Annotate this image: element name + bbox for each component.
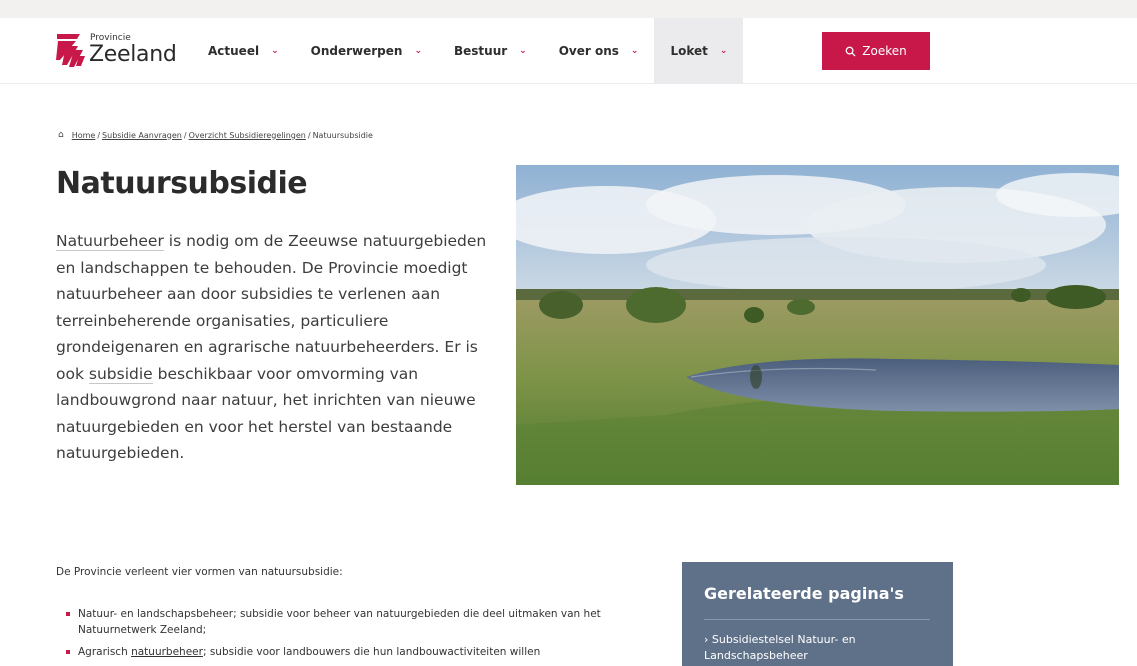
list-item: Agrarisch natuurbeheer; subsidie voor la… [66, 644, 626, 660]
chevron-down-icon: ⌄ [630, 46, 639, 56]
subsidy-list: Natuur- en landschapsbeheer; subsidie vo… [66, 606, 626, 666]
list-item: Natuur- en landschapsbeheer; subsidie vo… [66, 606, 626, 638]
zeeland-logo-icon [56, 34, 85, 67]
chevron-down-icon: ⌄ [271, 46, 279, 56]
chevron-down-icon: ⌄ [414, 46, 422, 56]
page-title: Natuursubsidie [56, 166, 308, 201]
home-icon: ⌂ [58, 130, 64, 140]
breadcrumb-overzicht[interactable]: Overzicht Subsidieregelingen [189, 131, 306, 140]
breadcrumb: ⌂ Home / Subsidie Aanvragen / Overzicht … [58, 130, 373, 140]
natuurbeheer-inline-link[interactable]: natuurbeheer [131, 646, 203, 658]
list-item-text-post: ; subsidie voor landbouwers die hun land… [202, 646, 541, 658]
related-link-subsidiestelsel[interactable]: › Subsidiestelsel Natuur- en Landschapsb… [704, 632, 931, 664]
search-button[interactable]: Zoeken [822, 32, 930, 70]
breadcrumb-home[interactable]: Home [72, 131, 96, 140]
nav-item-bestuur[interactable]: Bestuur ⌄ [438, 18, 543, 84]
nav-item-label: Actueel [208, 44, 260, 58]
intro-text-1: is nodig om de Zeeuwse natuurgebieden en… [56, 232, 487, 383]
intro-paragraph: Natuurbeheer is nodig om de Zeeuwse natu… [56, 228, 496, 467]
breadcrumb-separator: / [307, 130, 311, 140]
hero-image [516, 165, 1119, 485]
landscape-photo [516, 165, 1119, 485]
nav-item-label: Bestuur [453, 44, 508, 58]
related-pages-panel: Gerelateerde pagina's › Subsidiestelsel … [682, 562, 953, 666]
nav-item-loket[interactable]: Loket ⌄ [654, 18, 744, 84]
nav-item-label: Onderwerpen [310, 44, 403, 58]
breadcrumb-current: Natuursubsidie [312, 130, 373, 140]
nav-item-label: Over ons [558, 44, 619, 58]
logo-title: Zeeland [89, 42, 177, 67]
logo[interactable]: Provincie Zeeland [56, 32, 181, 72]
natuurbeheer-link[interactable]: Natuurbeheer [56, 232, 164, 251]
search-icon [845, 46, 856, 57]
nav-item-label: Loket [670, 44, 708, 58]
top-strip [0, 0, 1137, 18]
related-link-label: Subsidiestelsel Natuur- en Landschapsbeh… [704, 633, 856, 662]
search-button-label: Zoeken [862, 44, 907, 58]
subsidie-link[interactable]: subsidie [88, 364, 153, 384]
chevron-right-icon: › [704, 633, 712, 646]
body-intro: De Provincie verleent vier vormen van na… [56, 566, 343, 578]
main-nav: Actueel ⌄ Onderwerpen ⌄ Bestuur ⌄ Over o… [192, 18, 744, 84]
nav-item-actueel[interactable]: Actueel ⌄ [192, 18, 295, 84]
breadcrumb-subsidie-aanvragen[interactable]: Subsidie Aanvragen [102, 131, 182, 140]
nav-item-over-ons[interactable]: Over ons ⌄ [543, 18, 655, 84]
related-pages-title: Gerelateerde pagina's [704, 584, 904, 603]
nav-item-onderwerpen[interactable]: Onderwerpen ⌄ [295, 18, 438, 84]
site-header: Provincie Zeeland Actueel ⌄ Onderwerpen … [0, 18, 1137, 84]
chevron-down-icon: ⌄ [519, 46, 527, 56]
breadcrumb-separator: / [183, 130, 187, 140]
list-item-text-pre: Agrarisch [78, 646, 132, 658]
related-divider [704, 619, 930, 620]
chevron-down-icon: ⌄ [719, 46, 728, 56]
breadcrumb-separator: / [97, 130, 101, 140]
list-item-text: Natuur- en landschapsbeheer; subsidie vo… [78, 608, 601, 636]
